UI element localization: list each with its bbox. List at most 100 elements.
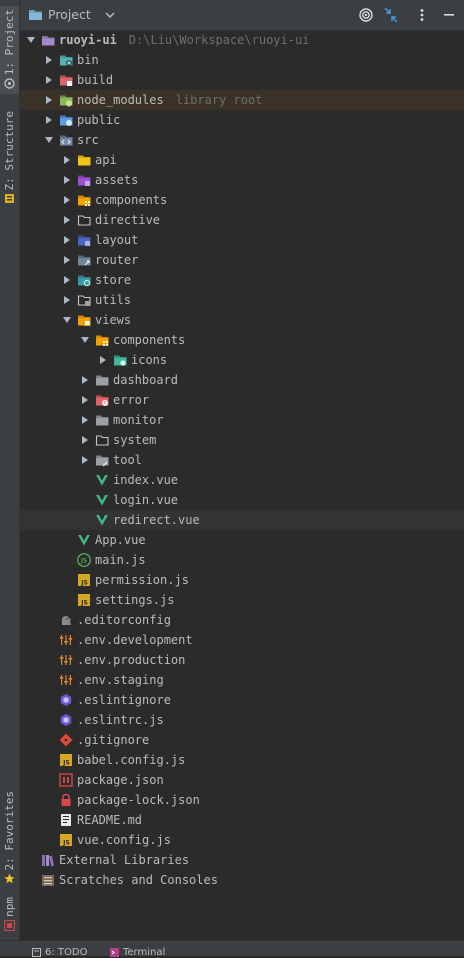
tree-row[interactable]: utils <box>20 290 464 310</box>
tab-favorites[interactable]: 2: Favorites <box>0 788 19 884</box>
tree-row[interactable]: .eslintignore <box>20 690 464 710</box>
env-file-icon <box>59 675 73 685</box>
tree-row[interactable]: .env.development <box>20 630 464 650</box>
tree-item-name: babel.config.js <box>77 753 186 767</box>
tree-row[interactable]: store <box>20 270 464 290</box>
tree-item-name: .env.production <box>77 653 186 667</box>
tree-row[interactable]: External Libraries <box>20 850 464 870</box>
expanded-arrow-icon[interactable] <box>43 130 55 150</box>
expanded-arrow-icon[interactable] <box>25 30 37 50</box>
tree-item-name: build <box>77 73 114 87</box>
collapsed-arrow-icon[interactable] <box>61 230 73 250</box>
tree-row[interactable]: login.vue <box>20 490 464 510</box>
collapsed-arrow-icon[interactable] <box>61 150 73 170</box>
collapsed-arrow-icon[interactable] <box>61 210 73 230</box>
tree-item-name: directive <box>95 213 161 227</box>
tree-row[interactable]: JS permission.js <box>20 570 464 590</box>
collapsed-arrow-icon[interactable] <box>79 410 91 430</box>
collapsed-arrow-icon[interactable] <box>79 430 91 450</box>
collapsed-arrow-icon[interactable] <box>43 110 55 130</box>
folder-components-icon <box>78 195 91 206</box>
collapsed-arrow-icon[interactable] <box>61 290 73 310</box>
tree-row[interactable]: bin <box>20 50 464 70</box>
tree-row-label: README.md <box>77 810 142 830</box>
more-options-icon[interactable] <box>419 8 425 22</box>
tree-row[interactable]: directive <box>20 210 464 230</box>
tree-row[interactable]: components <box>20 330 464 350</box>
tree-row[interactable]: index.vue <box>20 470 464 490</box>
tree-row[interactable]: api <box>20 150 464 170</box>
collapsed-arrow-icon[interactable] <box>43 50 55 70</box>
folder-views-icon <box>78 315 91 326</box>
tree-row[interactable]: public <box>20 110 464 130</box>
tree-row[interactable]: .eslintrc.js <box>20 710 464 730</box>
star-icon <box>4 873 15 884</box>
collapsed-arrow-icon[interactable] <box>79 370 91 390</box>
tree-row[interactable]: README.md <box>20 810 464 830</box>
collapsed-arrow-icon[interactable] <box>79 450 91 470</box>
collapsed-arrow-icon[interactable] <box>61 170 73 190</box>
tree-row-label: directive <box>95 210 160 230</box>
tree-row[interactable]: error <box>20 390 464 410</box>
tab-structure[interactable]: Z: Structure <box>0 108 19 204</box>
tree-row[interactable]: JS vue.config.js <box>20 830 464 850</box>
tree-row[interactable]: .editorconfig <box>20 610 464 630</box>
locate-icon[interactable] <box>359 8 373 22</box>
tree-row[interactable]: src <box>20 130 464 150</box>
tree-row[interactable]: views <box>20 310 464 330</box>
tree-row[interactable]: system <box>20 430 464 450</box>
tree-row[interactable]: layout <box>20 230 464 250</box>
tree-row[interactable]: build <box>20 70 464 90</box>
tab-terminal[interactable]: Terminal <box>110 947 165 958</box>
tab-npm[interactable]: npm <box>0 894 19 931</box>
tree-row-label: External Libraries <box>59 850 189 870</box>
tree-row[interactable]: JS settings.js <box>20 590 464 610</box>
collapsed-arrow-icon[interactable] <box>43 70 55 90</box>
collapsed-arrow-icon[interactable] <box>61 270 73 290</box>
tree-row[interactable]: Scratches and Consoles <box>20 870 464 890</box>
collapse-all-icon[interactable] <box>384 8 398 22</box>
collapsed-arrow-icon[interactable] <box>97 350 109 370</box>
structure-icon <box>5 194 14 204</box>
tab-todo[interactable]: 6: TODO <box>32 947 87 958</box>
tree-row[interactable]: JS main.js <box>20 550 464 570</box>
collapsed-arrow-icon[interactable] <box>43 90 55 110</box>
tab-project[interactable]: 1: Project <box>0 6 19 94</box>
tree-row[interactable]: .env.staging <box>20 670 464 690</box>
tree-item-name: bin <box>77 53 99 67</box>
tree-row[interactable]: icons <box>20 350 464 370</box>
folder-src-icon <box>60 135 73 146</box>
tree-row[interactable]: node_modules library root <box>20 90 464 110</box>
collapsed-arrow-icon[interactable] <box>61 190 73 210</box>
tree-row-label: .env.production <box>77 650 185 670</box>
tree-row[interactable]: redirect.vue <box>20 510 464 530</box>
tree-row[interactable]: .env.production <box>20 650 464 670</box>
tree-row[interactable]: package-lock.json <box>20 790 464 810</box>
tree-item-name: tool <box>113 453 142 467</box>
folder-public-icon <box>60 115 73 126</box>
collapsed-arrow-icon[interactable] <box>61 250 73 270</box>
tree-item-name: package-lock.json <box>77 793 200 807</box>
expanded-arrow-icon[interactable] <box>79 330 91 350</box>
tree-row[interactable]: components <box>20 190 464 210</box>
tree-row[interactable]: JS babel.config.js <box>20 750 464 770</box>
tree-item-name: App.vue <box>95 533 146 547</box>
hide-panel-icon[interactable] <box>444 14 454 16</box>
tree-row[interactable]: assets <box>20 170 464 190</box>
tree-row-label: node_modules library root <box>77 90 262 110</box>
chevron-down-icon[interactable] <box>105 11 115 19</box>
tree-row[interactable]: App.vue <box>20 530 464 550</box>
tree-item-name: package.json <box>77 773 164 787</box>
project-view-title[interactable]: Project <box>48 7 91 22</box>
tree-row[interactable]: router <box>20 250 464 270</box>
tree-row[interactable]: .gitignore <box>20 730 464 750</box>
tree-row[interactable]: ruoyi-ui D:\Liu\Workspace\ruoyi-ui <box>20 30 464 50</box>
tree-row[interactable]: monitor <box>20 410 464 430</box>
collapsed-arrow-icon[interactable] <box>79 390 91 410</box>
expanded-arrow-icon[interactable] <box>61 310 73 330</box>
tree-row[interactable]: dashboard <box>20 370 464 390</box>
tree-item-name: .eslintignore <box>77 693 171 707</box>
tree-row[interactable]: tool <box>20 450 464 470</box>
tree-row[interactable]: package.json <box>20 770 464 790</box>
folder-root-icon <box>42 36 55 46</box>
